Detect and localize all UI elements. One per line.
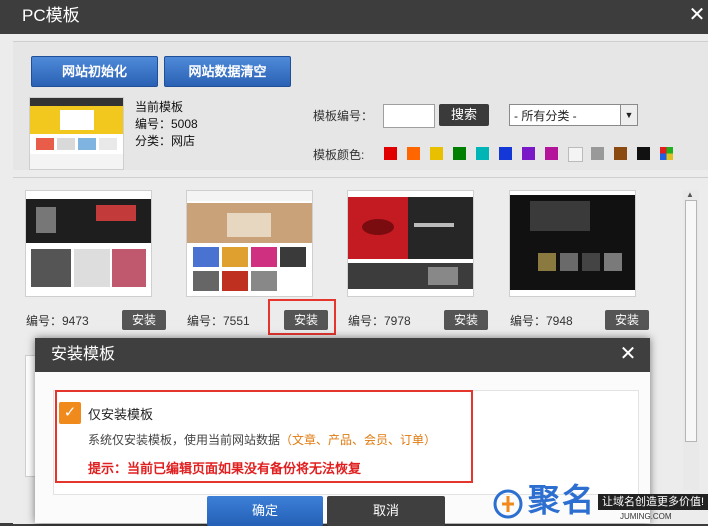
scroll-up-icon[interactable]: ▲ — [686, 190, 694, 199]
confirm-button[interactable]: 确定 — [207, 496, 323, 526]
watermark-brand: 聚名 — [528, 482, 597, 518]
window-title: PC模板 — [22, 6, 80, 25]
template-code: 编号：7551 — [187, 314, 250, 328]
color-swatch[interactable] — [614, 147, 627, 160]
color-swatch[interactable] — [591, 147, 604, 160]
template-list-scrollbar[interactable]: ▲ — [683, 190, 699, 490]
color-swatch[interactable] — [637, 147, 650, 160]
category-select-value: - 所有分类 - — [514, 109, 577, 123]
chevron-down-icon: ▼ — [620, 105, 637, 125]
template-thumbnail[interactable] — [347, 190, 474, 297]
color-swatch[interactable] — [407, 147, 420, 160]
color-swatch[interactable] — [568, 147, 583, 162]
current-template-thumbnail — [29, 97, 124, 170]
template-thumbnail[interactable] — [25, 190, 152, 297]
highlight-frame — [268, 299, 336, 335]
template-thumbnail[interactable] — [186, 190, 313, 297]
category-select[interactable]: - 所有分类 - ▼ — [509, 104, 638, 126]
install-button[interactable]: 安装 — [605, 310, 649, 330]
juming-logo-icon — [492, 488, 524, 520]
dialog-title: 安装模板 — [51, 346, 116, 363]
color-swatch[interactable] — [453, 147, 466, 160]
template-code: 编号：7978 — [348, 314, 411, 328]
highlight-frame — [55, 390, 473, 483]
dialog-header: 安装模板 ✕ — [35, 338, 650, 372]
color-swatch[interactable] — [430, 147, 443, 160]
current-template-code: 编号：5008 — [135, 117, 198, 131]
dialog-close-icon[interactable]: ✕ — [617, 342, 639, 366]
color-swatch[interactable] — [499, 147, 512, 160]
template-code: 编号：9473 — [26, 314, 89, 328]
template-thumbnail[interactable] — [509, 190, 636, 297]
color-swatch[interactable] — [476, 147, 489, 160]
install-button[interactable]: 安装 — [122, 310, 166, 330]
scrollbar-thumb[interactable] — [685, 200, 697, 442]
title-bar: PC模板 ✕ — [0, 0, 708, 34]
color-swatch[interactable] — [384, 147, 397, 160]
template-code: 编号：7948 — [510, 314, 573, 328]
template-color-label: 模板颜色: — [313, 148, 365, 162]
site-data-clear-button[interactable]: 网站数据清空 — [164, 56, 291, 87]
current-template-heading: 当前模板 — [135, 100, 184, 114]
template-code-label: 模板编号： — [313, 109, 374, 123]
template-code-input[interactable] — [383, 104, 435, 128]
window-close-icon[interactable]: ✕ — [686, 2, 708, 28]
cancel-button[interactable]: 取消 — [327, 496, 445, 526]
watermark-slogan: 让域名创造更多价值! — [598, 494, 708, 510]
install-button[interactable]: 安装 — [444, 310, 488, 330]
color-swatch-multi[interactable] — [660, 147, 673, 160]
search-button[interactable]: 搜索 — [439, 104, 489, 126]
current-template-category: 分类：网店 — [135, 134, 196, 148]
color-swatch[interactable] — [522, 147, 535, 160]
site-init-button[interactable]: 网站初始化 — [31, 56, 158, 87]
watermark-url: JUMING.COM — [620, 512, 672, 521]
color-swatch[interactable] — [545, 147, 558, 160]
